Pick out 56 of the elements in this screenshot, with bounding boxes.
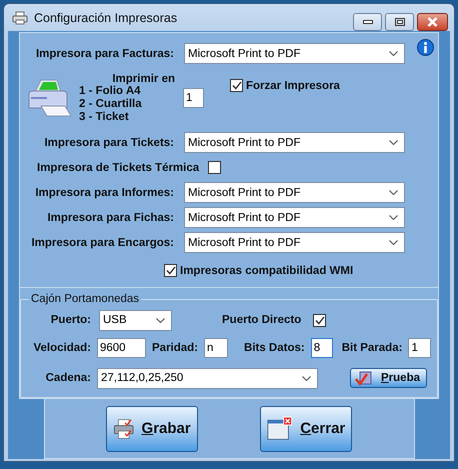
printer-icon bbox=[12, 10, 28, 24]
close-icon bbox=[427, 17, 438, 27]
print-mode-title: Imprimir en bbox=[111, 72, 175, 86]
info-icon[interactable] bbox=[417, 39, 434, 56]
chevron-down-icon bbox=[389, 51, 398, 56]
print-mode-option: 3 - Ticket bbox=[79, 110, 175, 124]
checkbox[interactable] bbox=[164, 264, 177, 277]
checkbox-label: Puerto Directo bbox=[222, 314, 302, 326]
printer-dropdown[interactable]: Microsoft Print to PDF bbox=[184, 232, 405, 253]
chevron-down-icon bbox=[302, 376, 311, 380]
field-label: Paridad: bbox=[152, 342, 198, 354]
chevron-down-icon bbox=[389, 240, 398, 245]
test-button[interactable]: Prueba bbox=[350, 368, 427, 388]
force-checkbox[interactable] bbox=[230, 79, 243, 92]
checkmark-icon bbox=[355, 370, 373, 386]
sequence-dropdown[interactable]: 27,112,0,25,250 bbox=[97, 368, 318, 388]
port-dropdown[interactable]: USB bbox=[99, 310, 172, 330]
printer-dropdown[interactable]: Microsoft Print to PDF bbox=[184, 43, 405, 64]
input-field[interactable]: 8 bbox=[310, 338, 333, 358]
window-title: Configuración Impresoras bbox=[34, 10, 178, 24]
field-label: Impresora para Facturas: bbox=[34, 48, 174, 60]
printer-dropdown[interactable]: Microsoft Print to PDF bbox=[184, 207, 405, 228]
checkbox[interactable] bbox=[313, 314, 326, 326]
print-mode-option: 2 - Cuartilla bbox=[79, 98, 175, 111]
print-mode-option: 1 - Folio A4 bbox=[79, 85, 175, 98]
minimize-button[interactable] bbox=[353, 13, 382, 31]
close-dialog-button[interactable]: Cerrar bbox=[260, 406, 352, 452]
close-button[interactable] bbox=[417, 13, 448, 31]
input-field[interactable]: 9600 bbox=[97, 338, 146, 358]
chevron-down-icon bbox=[156, 318, 165, 322]
checkbox[interactable] bbox=[208, 161, 222, 174]
field-label: Impresora para Tickets: bbox=[43, 136, 174, 148]
minimize-icon bbox=[362, 20, 372, 24]
save-button[interactable]: Grabar bbox=[106, 406, 198, 452]
maximize-icon bbox=[394, 18, 404, 26]
maximize-button[interactable] bbox=[385, 13, 414, 31]
checkbox-label: Impresoras compatibilidad WMI bbox=[180, 264, 354, 276]
checkbox-label: Forzar Impresora bbox=[246, 80, 340, 92]
field-label: Puerto: bbox=[50, 314, 91, 326]
field-label: Impresora para Encargos: bbox=[30, 236, 174, 248]
field-label: Velocidad: bbox=[32, 342, 91, 354]
checkbox-label: Impresora de Tickets Térmica bbox=[37, 162, 200, 174]
field-label: Bit Parada: bbox=[342, 342, 402, 354]
input-field[interactable]: n bbox=[204, 338, 228, 358]
chevron-down-icon bbox=[389, 190, 398, 195]
chevron-down-icon bbox=[389, 140, 398, 145]
field-label: Impresora para Fichas: bbox=[46, 212, 174, 224]
field-label: Impresora para Informes: bbox=[34, 186, 174, 198]
input-field[interactable]: 1 bbox=[408, 338, 432, 358]
chevron-down-icon bbox=[389, 215, 398, 220]
field-label: Bits Datos: bbox=[244, 342, 305, 354]
field-label: Cadena: bbox=[44, 372, 91, 384]
group-title: Cajón Portamonedas bbox=[30, 293, 140, 305]
print-mode-input[interactable]: 1 bbox=[183, 88, 204, 108]
printer-dropdown[interactable]: Microsoft Print to PDF bbox=[184, 182, 405, 203]
printer-dropdown[interactable]: Microsoft Print to PDF bbox=[184, 132, 405, 153]
